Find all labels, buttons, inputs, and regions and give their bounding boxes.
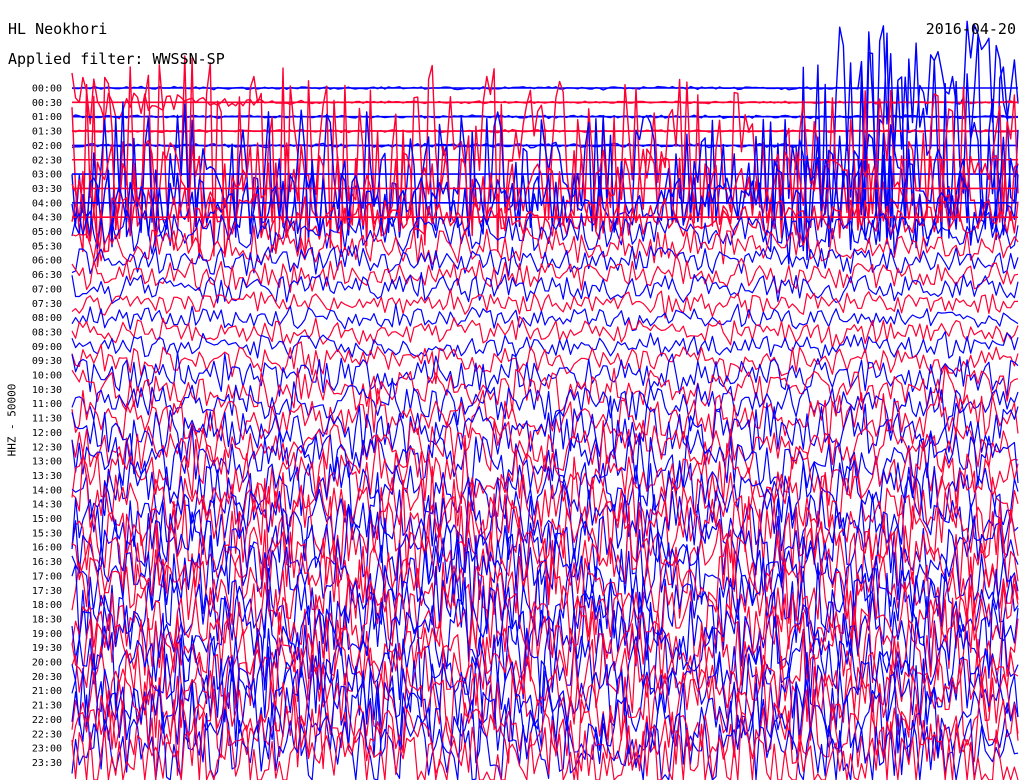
time-tick-2230: 22:30 [32,729,62,740]
seismogram-page: 00:00 00:30 01:00 01:30 02:00 02:30 03:00 03:30… [0,0,1024,780]
time-tick-0200: 02:00 [32,141,62,152]
time-tick-0130: 01:30 [32,127,62,138]
station-title: HL Neokhori [8,20,108,38]
time-tick-2030: 20:30 [32,672,62,683]
time-tick-1430: 14:30 [32,500,62,511]
time-tick-1830: 18:30 [32,614,62,625]
time-tick-0700: 07:00 [32,284,62,295]
trace-row-1230 [71,418,1019,474]
time-tick-1330: 13:30 [32,471,62,482]
time-tick-2200: 22:00 [32,715,62,726]
time-tick-0330: 03:30 [32,184,62,195]
time-tick-1000: 10:00 [32,371,62,382]
trace-row-1630 [71,505,1019,607]
time-tick-2300: 23:00 [32,744,62,755]
time-tick-2330: 23:30 [32,758,62,769]
time-tick-1730: 17:30 [32,586,62,597]
time-tick-1700: 17:00 [32,571,62,582]
time-tick-2000: 20:00 [32,658,62,669]
time-tick-1300: 13:00 [32,457,62,468]
time-tick-0600: 06:00 [32,256,62,267]
time-tick-1900: 19:00 [32,629,62,640]
time-tick-0000: 00:00 [32,84,62,95]
time-tick-1400: 14:00 [32,485,62,496]
time-tick-0630: 06:30 [32,270,62,281]
time-tick-2100: 21:00 [32,686,62,697]
time-tick-0500: 05:00 [32,227,62,238]
time-tick-1030: 10:30 [32,385,62,396]
time-tick-0300: 03:00 [32,170,62,181]
time-tick-1630: 16:30 [32,557,62,568]
time-tick-0100: 01:00 [32,112,62,123]
time-tick-2130: 21:30 [32,701,62,712]
time-tick-labels: 00:00 00:30 01:00 01:30 02:00 02:30 03:00 03:30… [32,84,62,769]
time-tick-0230: 02:30 [32,155,62,166]
trace-row-0900 [71,331,1019,361]
time-tick-0400: 04:00 [32,198,62,209]
time-tick-0930: 09:30 [32,356,62,367]
time-tick-1230: 12:30 [32,442,62,453]
time-tick-1930: 19:30 [32,643,62,654]
trace-row-1030 [71,365,1019,413]
time-tick-0800: 08:00 [32,313,62,324]
filter-label: Applied filter: WWSSN-SP [8,50,225,68]
trace-row-0800 [71,303,1019,332]
trace-group [71,20,1019,780]
time-tick-1100: 11:00 [32,399,62,410]
time-tick-1530: 15:30 [32,528,62,539]
time-tick-0900: 09:00 [32,342,62,353]
time-tick-1800: 18:00 [32,600,62,611]
time-tick-0530: 05:30 [32,241,62,252]
time-tick-0830: 08:30 [32,327,62,338]
time-tick-0430: 04:30 [32,213,62,224]
date-label: 2016-04-20 [925,20,1016,38]
channel-axis-label: HHZ - 50000 [5,383,19,457]
time-tick-1200: 12:00 [32,428,62,439]
time-tick-1500: 15:00 [32,514,62,525]
helicorder-plot: 00:00 00:30 01:00 01:30 02:00 02:30 03:00 03:30… [32,20,1019,780]
time-tick-1130: 11:30 [32,414,62,425]
time-tick-1600: 16:00 [32,543,62,554]
time-tick-0030: 00:30 [32,98,62,109]
time-tick-0730: 07:30 [32,299,62,310]
